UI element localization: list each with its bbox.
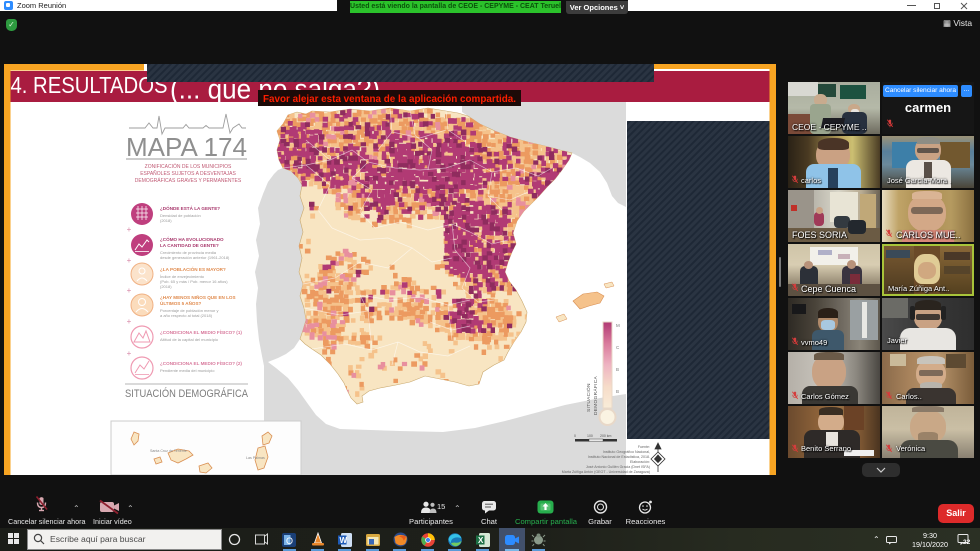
svg-text:DEMOGRÁFICA: DEMOGRÁFICA [592, 375, 599, 415]
svg-text:SITUACIÓN DEMOGRÁFICA: SITUACIÓN DEMOGRÁFICA [125, 387, 249, 400]
svg-text:¿HAY MENOS NIÑOS QUE EN LOS: ¿HAY MENOS NIÑOS QUE EN LOS [160, 294, 236, 300]
svg-text:Elaboración:: Elaboración: [630, 460, 650, 464]
svg-text:Pendiente media del municipio: Pendiente media del municipio [160, 368, 215, 373]
svg-text:B: B [616, 389, 619, 394]
svg-text:Instituto Nacional de Estadíst: Instituto Nacional de Estadística, 2018. [588, 455, 650, 459]
svg-text:desde generación anterior (196: desde generación anterior (1961-2018) [160, 255, 230, 260]
svg-text:¿DÓNDE ESTÁ LA GENTE?: ¿DÓNDE ESTÁ LA GENTE? [160, 204, 220, 211]
svg-text:+: + [127, 349, 132, 358]
svg-text:O: O [286, 536, 293, 546]
svg-text:ESPAÑOLES SUJETOS A DESVENTAJA: ESPAÑOLES SUJETOS A DESVENTAJAS [140, 170, 236, 177]
svg-text:José Antonio Guillén Gracia (D: José Antonio Guillén Gracia (Dnet ISFA) [586, 465, 650, 469]
svg-text:Favor alejar esta ventana de l: Favor alejar esta ventana de la aplicaci… [263, 93, 516, 105]
svg-text:+: + [127, 286, 132, 295]
svg-text:¿LA POBLACIÓN ES MAYOR?: ¿LA POBLACIÓN ES MAYOR? [160, 265, 226, 272]
svg-text:0: 0 [574, 434, 576, 438]
svg-text:100: 100 [587, 434, 593, 438]
svg-text:B: B [616, 367, 619, 372]
svg-text:Marta Zúñiga Antón (GEOT - Uni: Marta Zúñiga Antón (GEOT - Universidad d… [562, 470, 650, 474]
svg-text:4. RESULTADOS: 4. RESULTADOS [11, 72, 168, 98]
svg-text:¿CONDICIONA EL MEDIO FÍSICO? (: ¿CONDICIONA EL MEDIO FÍSICO? (2) [160, 359, 242, 366]
svg-text:200 km: 200 km [600, 434, 612, 438]
svg-text:W: W [340, 536, 348, 545]
svg-text:ZONIFICACIÓN DE LOS MUNICIPIOS: ZONIFICACIÓN DE LOS MUNICIPIOS [145, 163, 232, 170]
svg-text:ÚLTIMOS 5 AÑOS?: ÚLTIMOS 5 AÑOS? [160, 300, 202, 306]
svg-text:a año respecto al total (2018): a año respecto al total (2018) [160, 313, 213, 318]
svg-text:MAPA 174: MAPA 174 [126, 132, 247, 162]
svg-text:Altitud de la capital del muni: Altitud de la capital del municipio [160, 337, 219, 342]
svg-text:LA CANTIDAD DE GENTE?: LA CANTIDAD DE GENTE? [160, 243, 219, 248]
svg-text:¿CONDICIONA EL MEDIO FÍSICO? (: ¿CONDICIONA EL MEDIO FÍSICO? (1) [160, 328, 242, 335]
svg-text:Fuente:: Fuente: [638, 445, 650, 449]
svg-text:+: + [127, 225, 132, 234]
svg-text:+: + [127, 317, 132, 326]
svg-text:M: M [616, 323, 620, 328]
svg-text:Las Palmas: Las Palmas [246, 456, 265, 460]
svg-text:(2018): (2018) [160, 284, 172, 289]
svg-text:Santa Cruz de Tenerife: Santa Cruz de Tenerife [150, 449, 187, 453]
svg-text:+: + [127, 256, 132, 265]
svg-text:SITUACIÓN: SITUACIÓN [585, 383, 592, 412]
svg-text:DEMOGRÁFICAS GRAVES Y PERMANEN: DEMOGRÁFICAS GRAVES Y PERMANENTES [135, 177, 242, 184]
svg-text:¿CÓMO HA EVOLUCIONADO: ¿CÓMO HA EVOLUCIONADO [160, 235, 224, 242]
svg-text:X: X [478, 536, 484, 545]
svg-text:Instituto Geográfico Nacional,: Instituto Geográfico Nacional, [603, 450, 650, 454]
svg-text:(2018): (2018) [160, 218, 172, 223]
